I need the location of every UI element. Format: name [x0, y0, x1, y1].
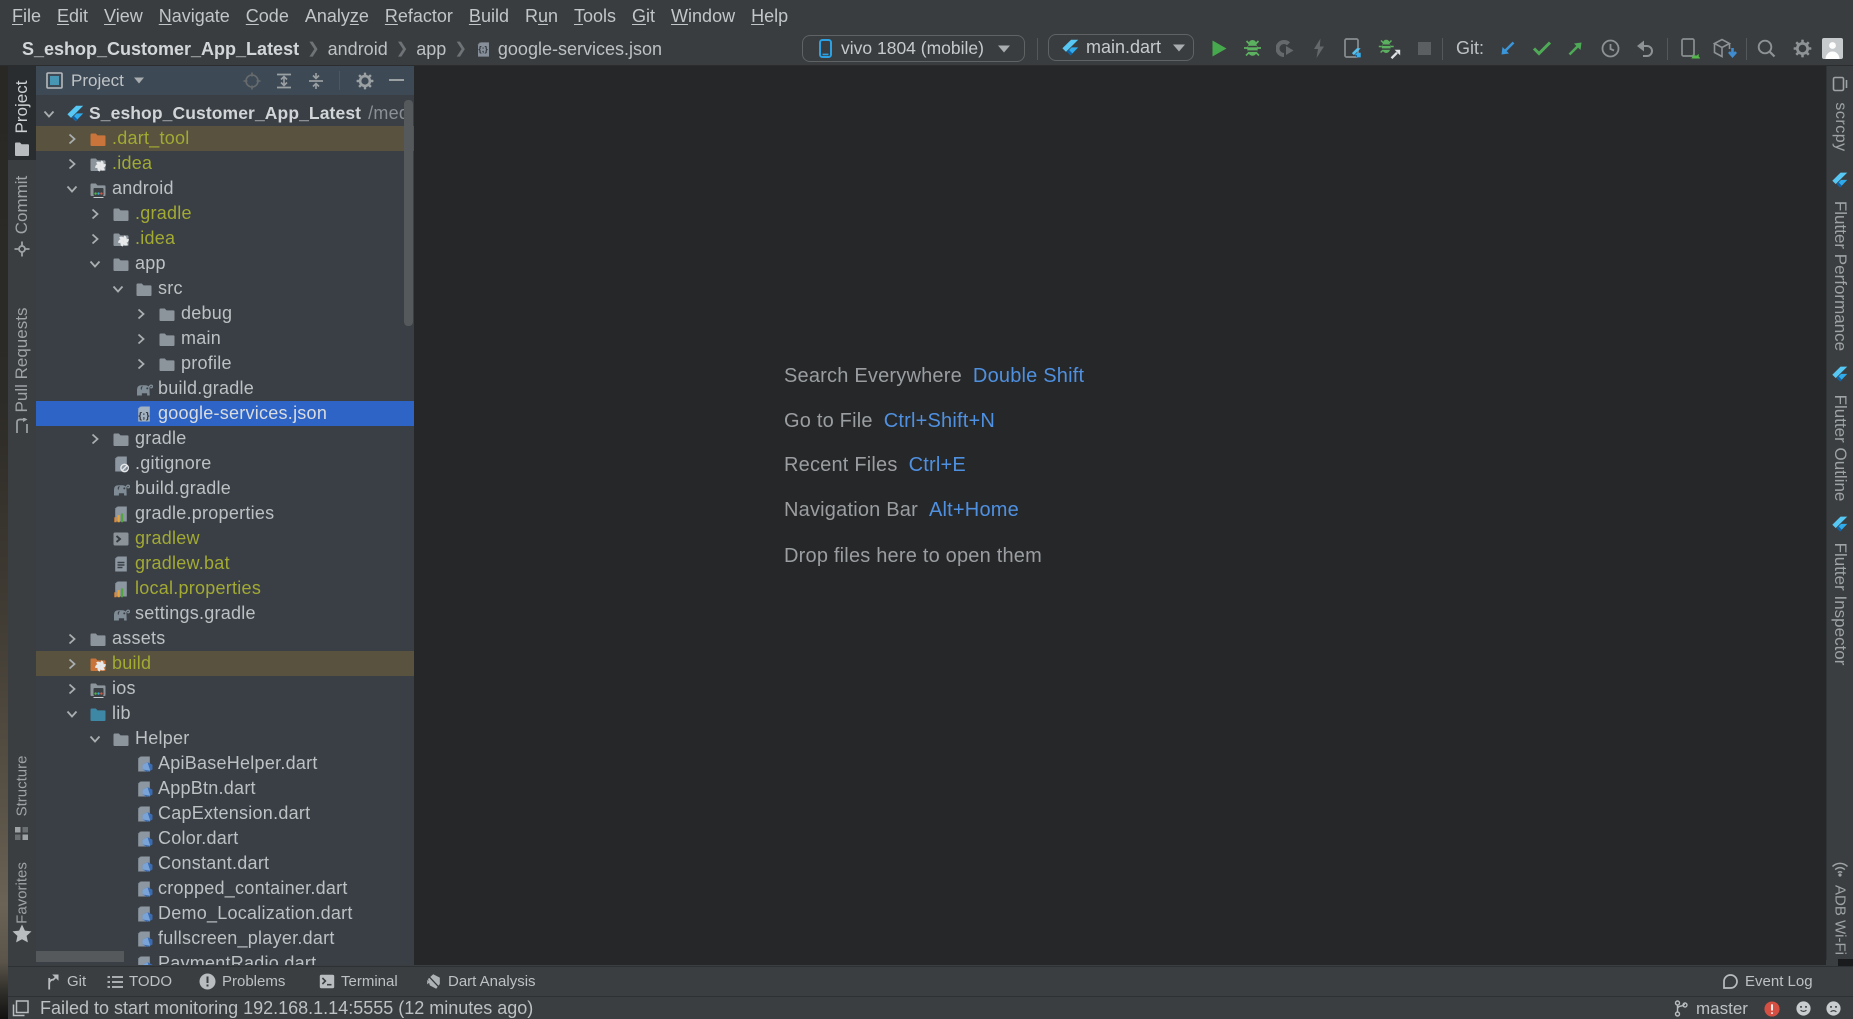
- svg-text:{;}: {;}: [478, 44, 488, 54]
- svg-text:{;}: {;}: [138, 410, 149, 421]
